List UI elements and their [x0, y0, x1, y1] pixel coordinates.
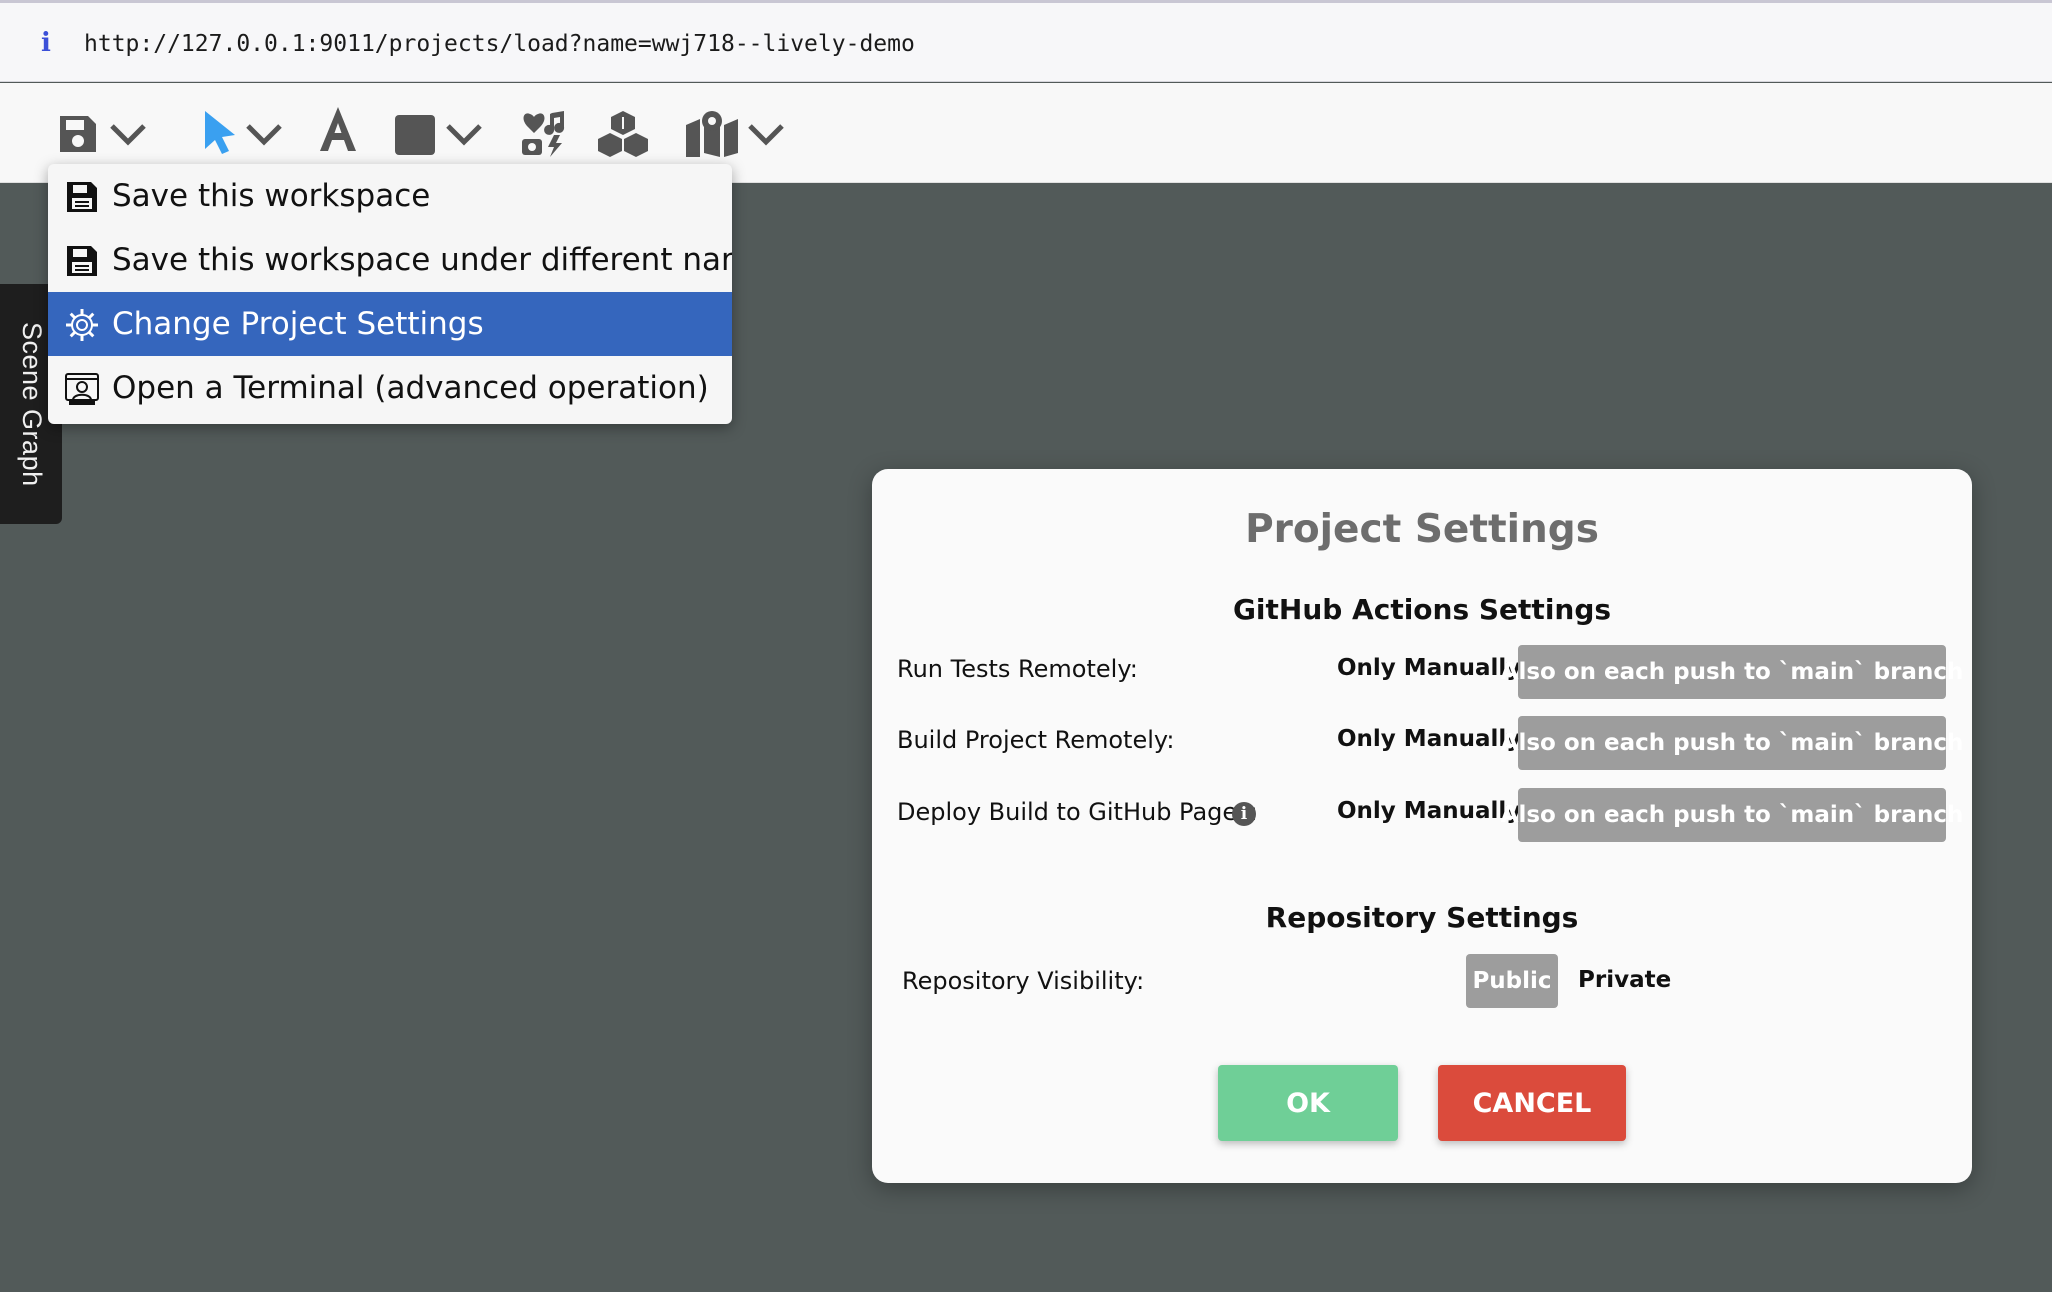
visibility-public-option[interactable]: Public — [1466, 954, 1558, 1008]
chevron-down-icon[interactable] — [444, 121, 484, 147]
run-tests-on-push-option[interactable]: Also on each push to `main` branch — [1501, 645, 1963, 699]
run-tests-only-manually-option[interactable]: Only Manually — [1337, 655, 1521, 681]
chevron-down-icon[interactable] — [244, 121, 284, 147]
menu-item-label: Save this workspace under different name — [112, 242, 732, 278]
cancel-button[interactable]: CANCEL — [1438, 1065, 1626, 1141]
gear-icon — [65, 308, 99, 342]
visibility-private-option[interactable]: Private — [1578, 967, 1671, 993]
scene-graph-label[interactable]: Scene Graph — [16, 322, 47, 487]
address-bar: i http://127.0.0.1:9011/projects/load?na… — [0, 0, 2052, 82]
components-icon[interactable] — [596, 109, 650, 159]
floppy-disk-icon — [65, 180, 99, 214]
ok-button[interactable]: OK — [1218, 1065, 1398, 1141]
media-icon[interactable] — [518, 109, 568, 159]
url-field[interactable]: http://127.0.0.1:9011/projects/load?name… — [84, 31, 915, 57]
project-settings-dialog: Project Settings GitHub Actions Settings… — [872, 469, 1972, 1183]
github-actions-heading: GitHub Actions Settings — [1232, 593, 1612, 626]
dialog-title: Project Settings — [1245, 507, 1599, 552]
build-project-only-manually-option[interactable]: Only Manually — [1337, 726, 1521, 752]
menu-item-label: Change Project Settings — [112, 306, 484, 342]
menu-item-label: Open a Terminal (advanced operation) — [112, 370, 709, 406]
floppy-disk-icon — [65, 244, 99, 278]
pointer-icon[interactable] — [202, 109, 238, 155]
deploy-pages-only-manually-option[interactable]: Only Manually — [1337, 798, 1521, 824]
menu-item-open-terminal[interactable]: Open a Terminal (advanced operation) — [48, 356, 732, 420]
menu-item-save-as[interactable]: Save this workspace under different name — [48, 228, 732, 292]
chevron-down-icon[interactable] — [108, 121, 148, 147]
menu-item-save-workspace[interactable]: Save this workspace — [48, 164, 732, 228]
build-project-on-push-option[interactable]: Also on each push to `main` branch — [1501, 716, 1963, 770]
shape-icon[interactable] — [394, 114, 436, 156]
build-project-label: Build Project Remotely: — [897, 726, 1175, 754]
deploy-pages-label: Deploy Build to GitHub Pages: — [897, 798, 1258, 826]
deploy-pages-on-push-option[interactable]: Also on each push to `main` branch — [1501, 788, 1963, 842]
save-icon[interactable] — [56, 112, 100, 156]
save-dropdown-menu: Save this workspace Save this workspace … — [48, 164, 732, 424]
info-icon[interactable]: i — [1232, 802, 1256, 826]
text-icon[interactable] — [316, 103, 360, 155]
repository-settings-heading: Repository Settings — [1265, 901, 1579, 934]
menu-item-change-project-settings[interactable]: Change Project Settings — [48, 292, 732, 356]
map-icon[interactable] — [684, 109, 740, 159]
info-icon[interactable]: i — [36, 29, 56, 57]
run-tests-label: Run Tests Remotely: — [897, 655, 1138, 683]
terminal-icon — [65, 372, 99, 406]
menu-item-label: Save this workspace — [112, 178, 431, 214]
chevron-down-icon[interactable] — [746, 121, 786, 147]
repository-visibility-label: Repository Visibility: — [902, 967, 1145, 995]
